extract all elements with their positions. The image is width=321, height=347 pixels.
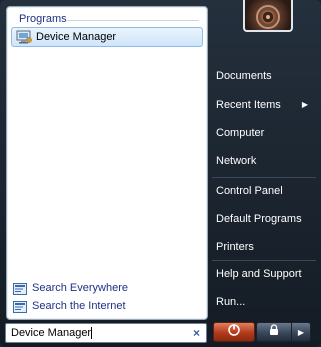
user-avatar[interactable] — [243, 0, 293, 32]
text-caret — [91, 327, 93, 340]
menu-item-computer[interactable]: Computer — [216, 125, 316, 141]
search-input-value: Device Manager — [11, 326, 193, 340]
search-internet-link[interactable]: Search the Internet — [13, 298, 126, 314]
menu-item-recent-items[interactable]: Recent Items ▶ — [216, 97, 316, 113]
power-icon — [228, 323, 240, 341]
search-everywhere-label: Search Everywhere — [32, 282, 128, 294]
left-panel: Programs Device Manager Search Everywher… — [6, 6, 208, 320]
search-text: Device Manager — [11, 326, 92, 339]
menu-item-run[interactable]: Run... — [216, 294, 316, 310]
menu-item-documents[interactable]: Documents — [216, 68, 316, 84]
search-internet-label: Search the Internet — [32, 300, 126, 312]
arrow-right-icon: ▶ — [297, 327, 305, 337]
search-input[interactable]: Device Manager × — [5, 323, 207, 343]
menu-item-label: Recent Items — [216, 99, 281, 111]
menu-item-network[interactable]: Network — [216, 153, 316, 169]
shutdown-options-button[interactable]: ▶ — [291, 322, 311, 342]
submenu-arrow-icon: ▶ — [301, 100, 308, 109]
search-everywhere-icon — [13, 282, 27, 295]
search-everywhere-link[interactable]: Search Everywhere — [13, 280, 128, 296]
group-divider — [67, 20, 199, 21]
program-label: Device Manager — [36, 31, 117, 43]
programs-group-header: Programs — [19, 13, 67, 25]
program-item-device-manager[interactable]: Device Manager — [11, 27, 203, 47]
clear-search-button[interactable]: × — [193, 326, 200, 340]
device-manager-icon — [16, 30, 32, 44]
lock-button[interactable] — [256, 322, 292, 342]
search-internet-icon — [13, 300, 27, 313]
lock-icon — [268, 323, 280, 341]
power-button[interactable] — [213, 322, 255, 342]
menu-item-help-and-support[interactable]: Help and Support — [216, 266, 316, 282]
start-menu: Programs Device Manager Search Everywher… — [0, 0, 321, 347]
menu-item-default-programs[interactable]: Default Programs — [216, 211, 316, 227]
menu-separator — [212, 177, 316, 178]
menu-item-control-panel[interactable]: Control Panel — [216, 183, 316, 199]
menu-separator — [212, 260, 316, 261]
menu-item-printers[interactable]: Printers — [216, 239, 316, 255]
